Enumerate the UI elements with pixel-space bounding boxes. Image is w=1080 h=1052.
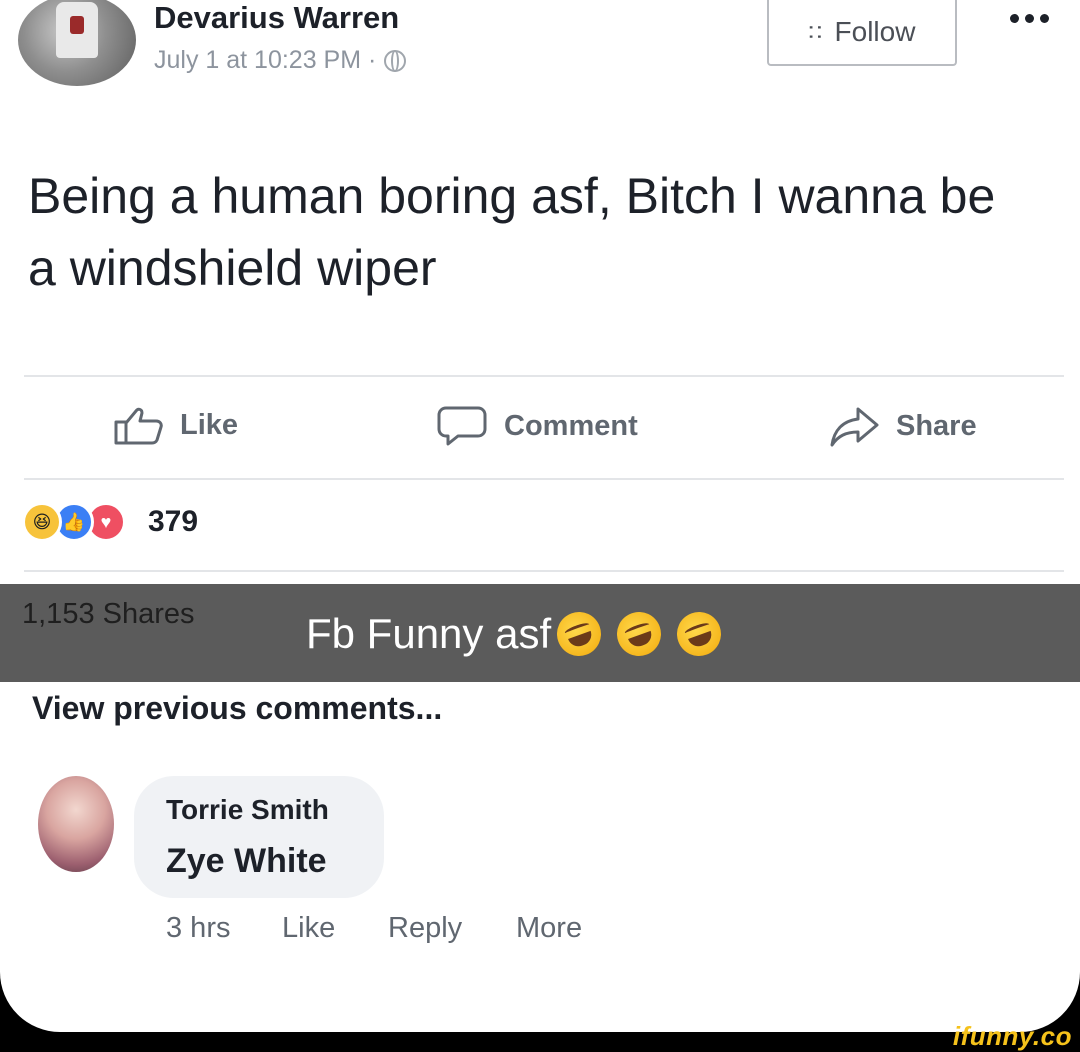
share-arrow-icon — [830, 407, 879, 447]
like-label: Like — [180, 408, 239, 441]
reaction-count: 379 — [148, 505, 199, 538]
comment-reply-link[interactable]: Reply — [388, 912, 462, 945]
divider — [24, 375, 1064, 377]
avatar-photo — [56, 2, 98, 58]
comment-label: Comment — [504, 409, 638, 442]
share-button[interactable]: Share — [828, 405, 977, 447]
post-meta: July 1 at 10:23 PM · — [154, 46, 407, 75]
comment-author-name[interactable]: Torrie Smith — [166, 794, 329, 826]
rofl-emoji-icon — [610, 605, 668, 663]
post-card: Devarius Warren July 1 at 10:23 PM · ∷ F… — [0, 0, 1080, 1032]
divider — [24, 478, 1064, 480]
more-options-icon[interactable] — [1010, 14, 1049, 23]
globe-icon — [384, 49, 407, 72]
comment-like-link[interactable]: Like — [282, 912, 335, 945]
view-previous-comments-link[interactable]: View previous comments... — [32, 690, 442, 727]
like-button[interactable]: Like — [112, 405, 238, 445]
divider — [24, 570, 1064, 572]
ifunny-watermark: ifunny.co — [952, 1021, 1072, 1051]
post-author-name[interactable]: Devarius Warren — [154, 0, 399, 36]
thumbs-up-icon — [114, 407, 163, 445]
post-timestamp[interactable]: July 1 at 10:23 PM · — [154, 46, 376, 75]
rss-icon: ∷ — [802, 25, 828, 39]
rofl-emoji-icon — [670, 605, 728, 663]
caption-overlay: Fb Funny asf — [306, 605, 728, 663]
rofl-emoji-icon — [550, 605, 608, 663]
author-avatar[interactable] — [18, 0, 136, 86]
comment-button[interactable]: Comment — [436, 405, 638, 447]
follow-label: Follow — [834, 16, 916, 47]
commenter-avatar[interactable] — [38, 776, 114, 872]
shares-count[interactable]: 1,153 Shares — [22, 598, 195, 631]
comment-more-link[interactable]: More — [516, 912, 582, 945]
comment-text[interactable]: Zye White — [166, 842, 327, 881]
comment-bubble-icon — [437, 406, 487, 446]
caption-text: Fb Funny asf — [306, 610, 552, 657]
post-text: Being a human boring asf, Bitch I wanna … — [28, 168, 996, 296]
follow-button[interactable]: ∷ Follow — [767, 0, 957, 66]
comment-time: 3 hrs — [166, 912, 231, 944]
reactions-summary[interactable]: 😆 👍 ♥ 379 — [22, 502, 198, 542]
share-label: Share — [896, 409, 977, 442]
haha-reaction-icon: 😆 — [22, 502, 62, 542]
